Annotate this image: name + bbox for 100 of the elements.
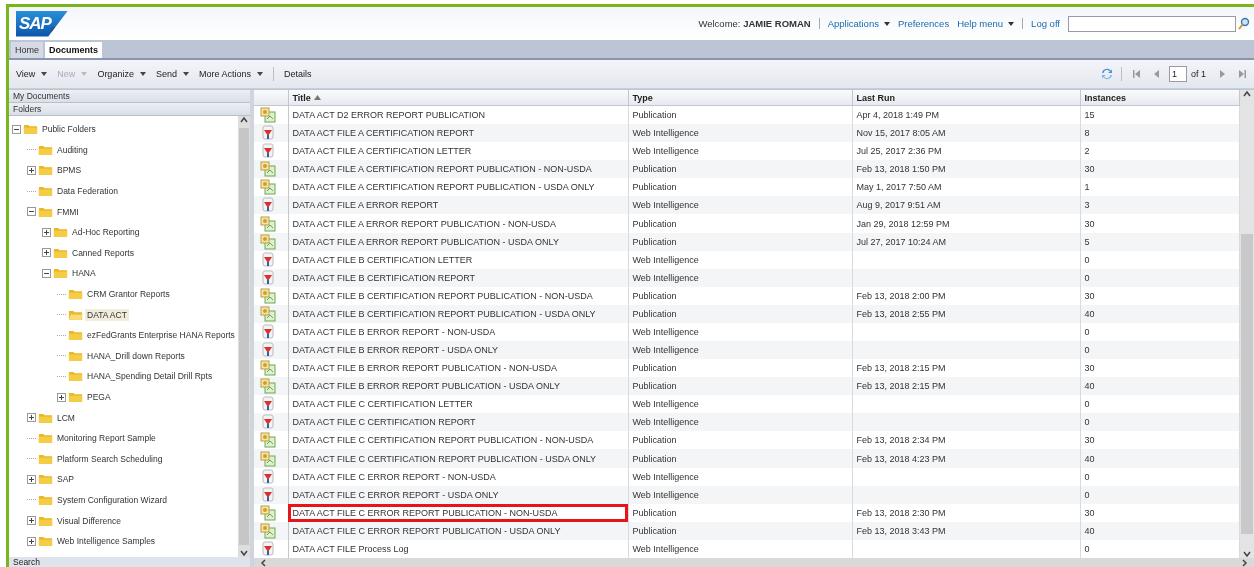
- folder-tree-item[interactable]: Ad-Hoc Reporting: [70, 226, 142, 239]
- folder-tree-item[interactable]: SAP: [55, 473, 76, 486]
- folder-icon: [38, 535, 53, 548]
- folder-tree-item[interactable]: PEGA: [85, 391, 113, 403]
- expand-toggle-icon[interactable]: [27, 207, 36, 217]
- scroll-left-icon[interactable]: [260, 558, 266, 567]
- panel-header[interactable]: My Documents: [9, 90, 250, 103]
- folder-icon: [53, 246, 68, 259]
- table-cell: 30: [1084, 164, 1095, 175]
- table-cell: Web Intelligence: [632, 417, 699, 428]
- folder-tree-item[interactable]: HANA_Spending Detail Drill Rpts: [85, 370, 215, 383]
- panel-header[interactable]: Folders: [9, 103, 250, 116]
- table-cell: 0: [1084, 399, 1090, 410]
- header-link[interactable]: Help menu: [957, 18, 1015, 29]
- folder-tree-item[interactable]: HANA_Drill down Reports: [85, 349, 187, 362]
- folder-icon: [53, 267, 68, 280]
- column-header[interactable]: Last Run: [852, 90, 1080, 106]
- table-cell: DATA ACT FILE B CERTIFICATION LETTER: [292, 254, 473, 265]
- table-cell: Publication: [632, 164, 677, 175]
- expand-toggle-icon[interactable]: [27, 413, 36, 423]
- table-cell: Feb 13, 2018 2:55 PM: [856, 308, 946, 319]
- folder-tree-item[interactable]: CRM Grantor Reports: [85, 288, 172, 301]
- folder-tree-item[interactable]: LCM: [55, 411, 77, 424]
- table-cell: 40: [1084, 453, 1095, 464]
- header-link[interactable]: Log off: [1031, 18, 1060, 29]
- expand-toggle-icon[interactable]: [42, 227, 51, 237]
- folder-tree-item[interactable]: Visual Difference: [55, 514, 123, 527]
- table-cell: DATA ACT FILE B ERROR REPORT PUBLICATION - NON-USDA: [292, 363, 558, 374]
- table-cell: Jul 27, 2017 10:24 AM: [856, 236, 947, 247]
- folder-tree-item[interactable]: FMMI: [55, 205, 81, 218]
- table-cell: Feb 13, 2018 2:15 PM: [856, 363, 946, 374]
- page-number-field[interactable]: 1: [1169, 66, 1187, 82]
- table-cell: DATA ACT FILE C ERROR REPORT PUBLICATION - NON-USDA: [292, 507, 558, 518]
- folder-tree-item[interactable]: Data Federation: [55, 185, 120, 198]
- tab[interactable]: Home: [11, 42, 43, 58]
- table-cell: 5: [1084, 236, 1090, 247]
- table-cell: Publication: [632, 453, 677, 464]
- header-link[interactable]: Applications: [827, 18, 890, 29]
- table-cell: 1: [1084, 182, 1090, 193]
- folder-tree-item[interactable]: Auditing: [55, 143, 90, 156]
- table-cell: Feb 13, 2018 3:43 PM: [856, 525, 946, 536]
- search-field[interactable]: [1068, 15, 1236, 32]
- column-header[interactable]: Title: [288, 90, 628, 106]
- toolbar-menu-button[interactable]: Send: [152, 67, 192, 81]
- expand-toggle-icon[interactable]: [27, 536, 36, 546]
- folder-tree-item[interactable]: Public Folders: [40, 123, 98, 136]
- details-button[interactable]: Details: [280, 67, 315, 81]
- folder-tree-item[interactable]: Platform Search Scheduling: [55, 452, 165, 465]
- expand-toggle-icon[interactable]: [27, 166, 36, 175]
- folder-tree-item[interactable]: DATA ACT: [85, 308, 129, 321]
- folder-icon: [23, 123, 38, 136]
- folder-tree-item[interactable]: Web Intelligence Samples: [55, 535, 158, 548]
- vertical-scrollbar[interactable]: [238, 116, 250, 557]
- scroll-down-icon[interactable]: [239, 549, 249, 557]
- table-cell: DATA ACT FILE A ERROR REPORT PUBLICATION - USDA ONLY: [292, 236, 559, 247]
- folder-tree-item[interactable]: System Configuration Wizard: [55, 494, 170, 506]
- table-cell: DATA ACT FILE B CERTIFICATION REPORT: [292, 272, 476, 283]
- table-cell: Web Intelligence: [632, 345, 699, 356]
- search-panel-header[interactable]: Search: [9, 557, 250, 567]
- horizontal-scrollbar[interactable]: [254, 558, 1254, 567]
- expand-toggle-icon[interactable]: [57, 392, 66, 402]
- table-cell: DATA ACT FILE A CERTIFICATION REPORT PUBLICATION - USDA ONLY: [292, 182, 595, 193]
- folder-icon: [68, 329, 83, 342]
- scroll-up-icon[interactable]: [239, 116, 249, 124]
- table-cell: DATA ACT FILE C ERROR REPORT PUBLICATION - USDA ONLY: [292, 525, 561, 536]
- table-cell: 0: [1084, 543, 1090, 554]
- table-cell: Publication: [632, 507, 677, 518]
- table-cell: 8: [1084, 128, 1090, 139]
- table-cell: 15: [1084, 110, 1095, 121]
- tab[interactable]: Documents: [45, 42, 103, 58]
- toolbar-menu-button[interactable]: Organize: [94, 67, 149, 81]
- vertical-scrollbar[interactable]: [1240, 90, 1254, 558]
- table-cell: Feb 13, 2018 2:30 PM: [856, 507, 946, 518]
- folder-tree-item[interactable]: BPMS: [55, 164, 84, 177]
- expand-toggle-icon[interactable]: [27, 516, 36, 526]
- scroll-up-icon[interactable]: [1242, 90, 1252, 98]
- table-cell: Web Intelligence: [632, 254, 699, 265]
- toolbar-menu-button[interactable]: View: [13, 67, 51, 81]
- table-cell: Web Intelligence: [632, 471, 699, 482]
- refresh-icon[interactable]: [1100, 67, 1114, 81]
- folder-tree-item[interactable]: ezFedGrants Enterprise HANA Reports: [85, 329, 237, 342]
- table-cell: 0: [1084, 489, 1090, 500]
- toolbar-menu-button[interactable]: More Actions: [195, 67, 266, 81]
- header-link[interactable]: Preferences: [897, 18, 950, 29]
- table-cell: DATA ACT FILE C ERROR REPORT - USDA ONLY: [292, 489, 499, 500]
- expand-toggle-icon[interactable]: [42, 268, 51, 278]
- table-cell: DATA ACT FILE B CERTIFICATION REPORT PUBLICATION - NON-USDA: [292, 290, 593, 301]
- folder-tree-item[interactable]: Monitoring Report Sample: [55, 432, 158, 445]
- expand-toggle-icon[interactable]: [27, 474, 36, 484]
- column-header[interactable]: Instances: [1080, 90, 1240, 106]
- table-cell: DATA ACT FILE A CERTIFICATION LETTER: [292, 146, 472, 157]
- column-header[interactable]: Type: [628, 90, 852, 106]
- expand-toggle-icon[interactable]: [42, 248, 51, 258]
- scroll-right-icon[interactable]: [1242, 558, 1248, 567]
- expand-toggle-icon[interactable]: [12, 124, 21, 134]
- folder-tree-item[interactable]: HANA: [70, 267, 98, 280]
- table-cell: Publication: [632, 236, 677, 247]
- scroll-down-icon[interactable]: [1242, 550, 1252, 558]
- folder-tree-item[interactable]: Canned Reports: [70, 246, 136, 259]
- search-icon[interactable]: [1238, 17, 1250, 30]
